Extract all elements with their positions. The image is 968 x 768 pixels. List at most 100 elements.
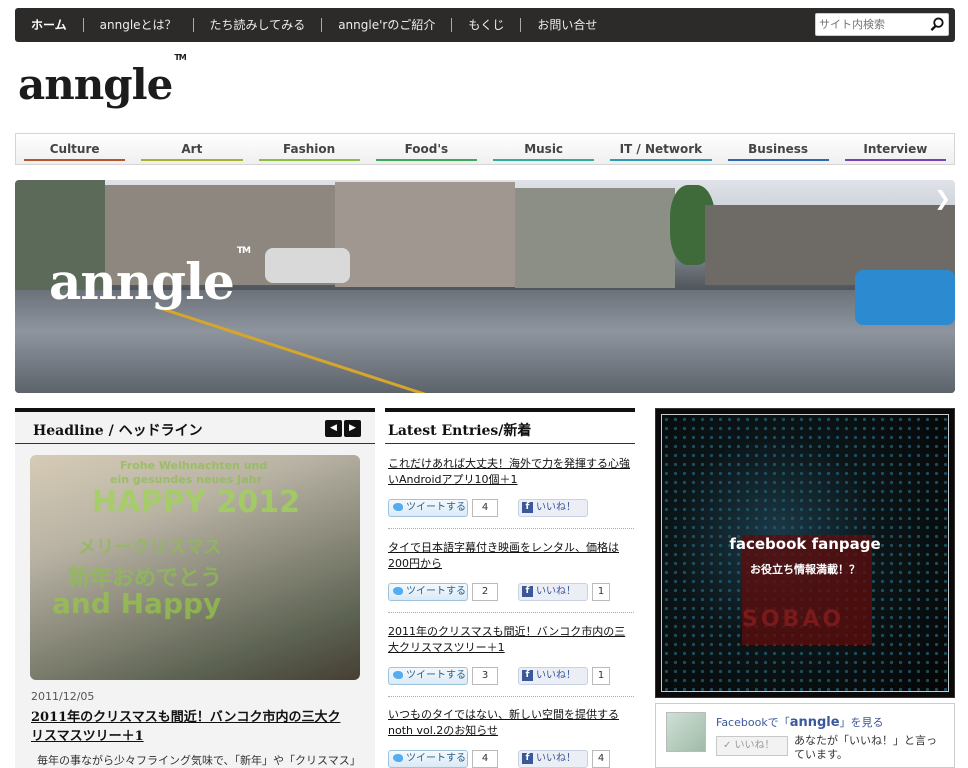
fb-page-name: anngle xyxy=(789,715,840,730)
headline-image-text: メリークリスマス xyxy=(78,537,222,558)
hero-car xyxy=(265,248,350,283)
category-culture[interactable]: Culture xyxy=(16,134,133,164)
search-input[interactable] xyxy=(819,16,927,33)
fanpage-subtitle: お役立ち情報満載！？ xyxy=(750,563,860,576)
facebook-fanpage-banner[interactable]: facebook fanpage お役立ち情報満載！？ SOBAO xyxy=(655,408,955,698)
headline-title-link[interactable]: 2011年のクリスマスも間近！バンコク市内の三大クリスマスツリー＋1 xyxy=(31,708,351,746)
top-nav-list: ホーム anngleとは？ たち読みしてみる anngle'rのご紹介 もくじ … xyxy=(15,8,613,42)
entry-4: いつものタイではない、新しい空間を提供するnoth vol.2のお知らせ ツイー… xyxy=(388,707,634,768)
prev-arrow-icon[interactable]: ◀ xyxy=(325,420,342,437)
entry-2: タイで日本語字幕付き映画をレンタル、価格は200円から ツイートする 2 f いい… xyxy=(388,540,634,613)
category-business[interactable]: Business xyxy=(720,134,837,164)
category-color-bar xyxy=(24,159,126,161)
site-logo-text: anngle xyxy=(18,60,173,109)
entry-share-buttons: ツイートする 4 f いいね！ 4 xyxy=(388,750,610,768)
category-color-bar xyxy=(375,159,477,161)
like-button[interactable]: f いいね！ xyxy=(518,667,588,685)
facebook-page-link[interactable]: Facebookで「anngle」を見る xyxy=(716,714,884,730)
hero-taxi xyxy=(855,270,955,325)
like-count: 4 xyxy=(592,750,610,768)
facebook-icon: f xyxy=(522,585,533,597)
entry-share-buttons: ツイートする 4 f いいね！ xyxy=(388,499,588,517)
facebook-icon: f xyxy=(522,669,533,681)
latest-header: Latest Entries/新着 xyxy=(385,408,635,444)
like-button[interactable]: f いいね！ xyxy=(518,750,588,768)
site-logo[interactable]: anngleTM xyxy=(18,53,187,109)
entry-3: 2011年のクリスマスも間近！バンコク市内の三大クリスマスツリー＋1 ツイートす… xyxy=(388,624,634,697)
category-foods[interactable]: Food's xyxy=(368,134,485,164)
category-label: Art xyxy=(181,142,203,156)
headline-image[interactable]: Frohe Weihnachten und ein gesundes neues… xyxy=(30,455,360,680)
search-box xyxy=(815,13,949,36)
hero-logo-tm: TM xyxy=(236,246,251,257)
fb-prefix: Facebookで「 xyxy=(716,716,790,729)
category-fashion[interactable]: Fashion xyxy=(251,134,368,164)
like-label: いいね！ xyxy=(536,586,576,597)
category-label: Business xyxy=(748,142,809,156)
facebook-like-button[interactable]: ✓ いいね！ xyxy=(716,736,788,756)
category-label: Fashion xyxy=(283,142,336,156)
search-icon[interactable] xyxy=(930,17,945,32)
tweet-button[interactable]: ツイートする xyxy=(388,667,468,685)
twitter-bird-icon xyxy=(393,503,403,511)
tweet-count: 4 xyxy=(472,499,498,517)
like-button[interactable]: f いいね！ xyxy=(518,499,588,517)
category-interview[interactable]: Interview xyxy=(837,134,954,164)
fanpage-watermark: SOBAO xyxy=(742,607,845,632)
like-label: いいね！ xyxy=(536,670,576,681)
category-label: Food's xyxy=(404,142,449,156)
tweet-button[interactable]: ツイートする xyxy=(388,583,468,601)
twitter-bird-icon xyxy=(393,671,403,679)
entry-title-link[interactable]: 2011年のクリスマスも間近！バンコク市内の三大クリスマスツリー＋1 xyxy=(388,624,634,656)
category-color-bar xyxy=(610,159,712,161)
top-nav: ホーム anngleとは？ たち読みしてみる anngle'rのご紹介 もくじ … xyxy=(15,8,955,42)
category-label: Music xyxy=(524,142,564,156)
category-nav: Culture Art Fashion Food's Music IT / Ne… xyxy=(15,133,955,165)
site-logo-tm: TM xyxy=(174,53,186,62)
like-label: いいね！ xyxy=(536,753,576,764)
nav-contents[interactable]: もくじ xyxy=(452,18,522,32)
entry-title-link[interactable]: いつものタイではない、新しい空間を提供するnoth vol.2のお知らせ xyxy=(388,707,634,739)
twitter-bird-icon xyxy=(393,587,403,595)
nav-about[interactable]: anngleとは？ xyxy=(84,18,194,32)
entry-share-buttons: ツイートする 3 f いいね！ 1 xyxy=(388,667,610,685)
nav-preview[interactable]: たち読みしてみる xyxy=(194,18,323,32)
nav-writers[interactable]: anngle'rのご紹介 xyxy=(322,18,453,32)
tweet-count: 3 xyxy=(472,667,498,685)
hero-next-icon[interactable]: ❯ xyxy=(934,186,951,210)
entry-1: これだけあれば大丈夫！海外で力を発揮する心強いAndroidアプリ10個＋1 ツ… xyxy=(388,456,634,529)
entry-title-link[interactable]: タイで日本語字幕付き映画をレンタル、価格は200円から xyxy=(388,540,634,572)
facebook-like-box: Facebookで「anngle」を見る ✓ いいね！ あなたが「いいね！」と言… xyxy=(655,703,955,768)
hero-building xyxy=(515,188,675,288)
headline-section: Headline / ヘッドライン ◀ ▶ Frohe Weihnachten … xyxy=(15,408,375,768)
category-it-network[interactable]: IT / Network xyxy=(602,134,719,164)
hero-logo: anngleTM xyxy=(49,246,251,311)
like-label: いいね！ xyxy=(536,502,576,513)
tweet-button[interactable]: ツイートする xyxy=(388,750,468,768)
like-count: 1 xyxy=(592,667,610,685)
nav-contact[interactable]: お問い合せ xyxy=(521,18,613,32)
headline-arrows: ◀ ▶ xyxy=(325,420,361,437)
category-label: Interview xyxy=(863,142,928,156)
nav-home[interactable]: ホーム xyxy=(15,18,84,32)
headline-heading: Headline / ヘッドライン xyxy=(33,423,203,439)
headline-date: 2011/12/05 xyxy=(31,690,95,703)
category-art[interactable]: Art xyxy=(133,134,250,164)
headline-image-text: Frohe Weihnachten und xyxy=(120,459,268,472)
fb-suffix: 」を見る xyxy=(839,716,884,729)
category-color-bar xyxy=(493,159,595,161)
tweet-button[interactable]: ツイートする xyxy=(388,499,468,517)
like-button[interactable]: f いいね！ xyxy=(518,583,588,601)
tweet-label: ツイートする xyxy=(406,753,466,764)
entry-title-link[interactable]: これだけあれば大丈夫！海外で力を発揮する心強いAndroidアプリ10個＋1 xyxy=(388,456,634,488)
headline-image-text: HAPPY 2012 xyxy=(92,485,300,520)
page-thumbnail[interactable] xyxy=(666,712,706,752)
next-arrow-icon[interactable]: ▶ xyxy=(344,420,361,437)
hero-logo-text: anngle xyxy=(49,252,235,311)
hero-banner[interactable]: anngleTM ❯ xyxy=(15,180,955,393)
category-color-bar xyxy=(258,159,360,161)
category-music[interactable]: Music xyxy=(485,134,602,164)
page: ホーム anngleとは？ たち読みしてみる anngle'rのご紹介 もくじ … xyxy=(0,0,968,768)
headline-image-text: and Happy xyxy=(52,587,222,620)
facebook-icon: f xyxy=(522,501,533,513)
